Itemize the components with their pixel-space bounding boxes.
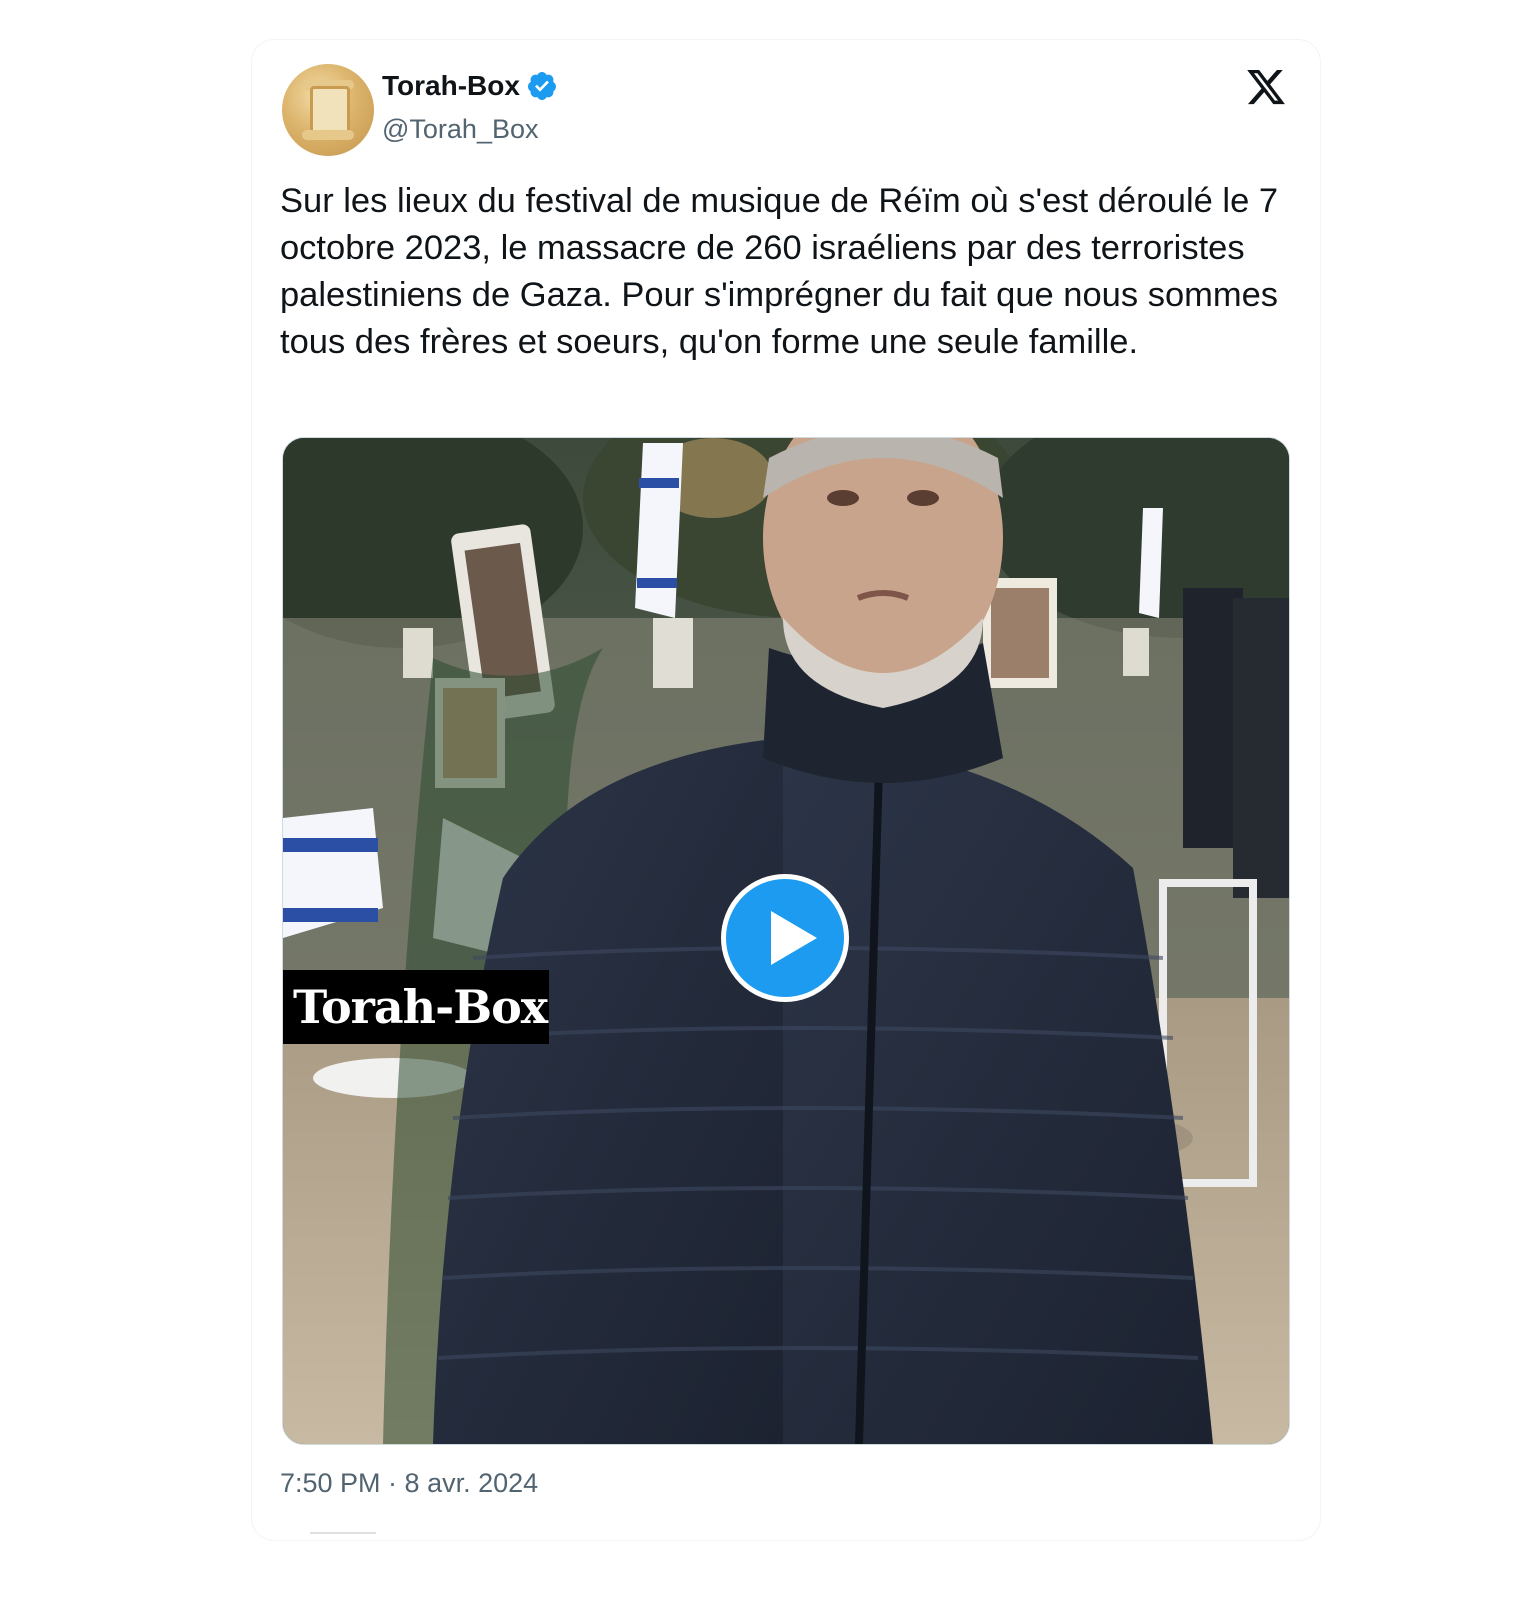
video-player[interactable]: Torah-Box [282, 437, 1290, 1445]
avatar[interactable] [282, 64, 374, 156]
tweet-text: Sur les lieux du festival de musique de … [280, 182, 1279, 361]
divider [310, 1532, 376, 1534]
video-watermark: Torah-Box [283, 970, 549, 1044]
play-button[interactable] [721, 874, 849, 1002]
tweet-card[interactable]: Torah-Box @Torah_Box Sur les lieux du fe… [252, 40, 1320, 1540]
play-icon [771, 911, 817, 965]
verified-badge-icon [527, 72, 556, 100]
x-logo-icon[interactable] [1244, 66, 1288, 108]
author-display-name[interactable]: Torah-Box [382, 70, 520, 102]
author-handle[interactable]: @Torah_Box [382, 114, 539, 145]
author-name[interactable]: Torah-Box [382, 70, 558, 102]
tweet-timestamp[interactable]: 7:50 PM · 8 avr. 2024 [280, 1468, 538, 1499]
